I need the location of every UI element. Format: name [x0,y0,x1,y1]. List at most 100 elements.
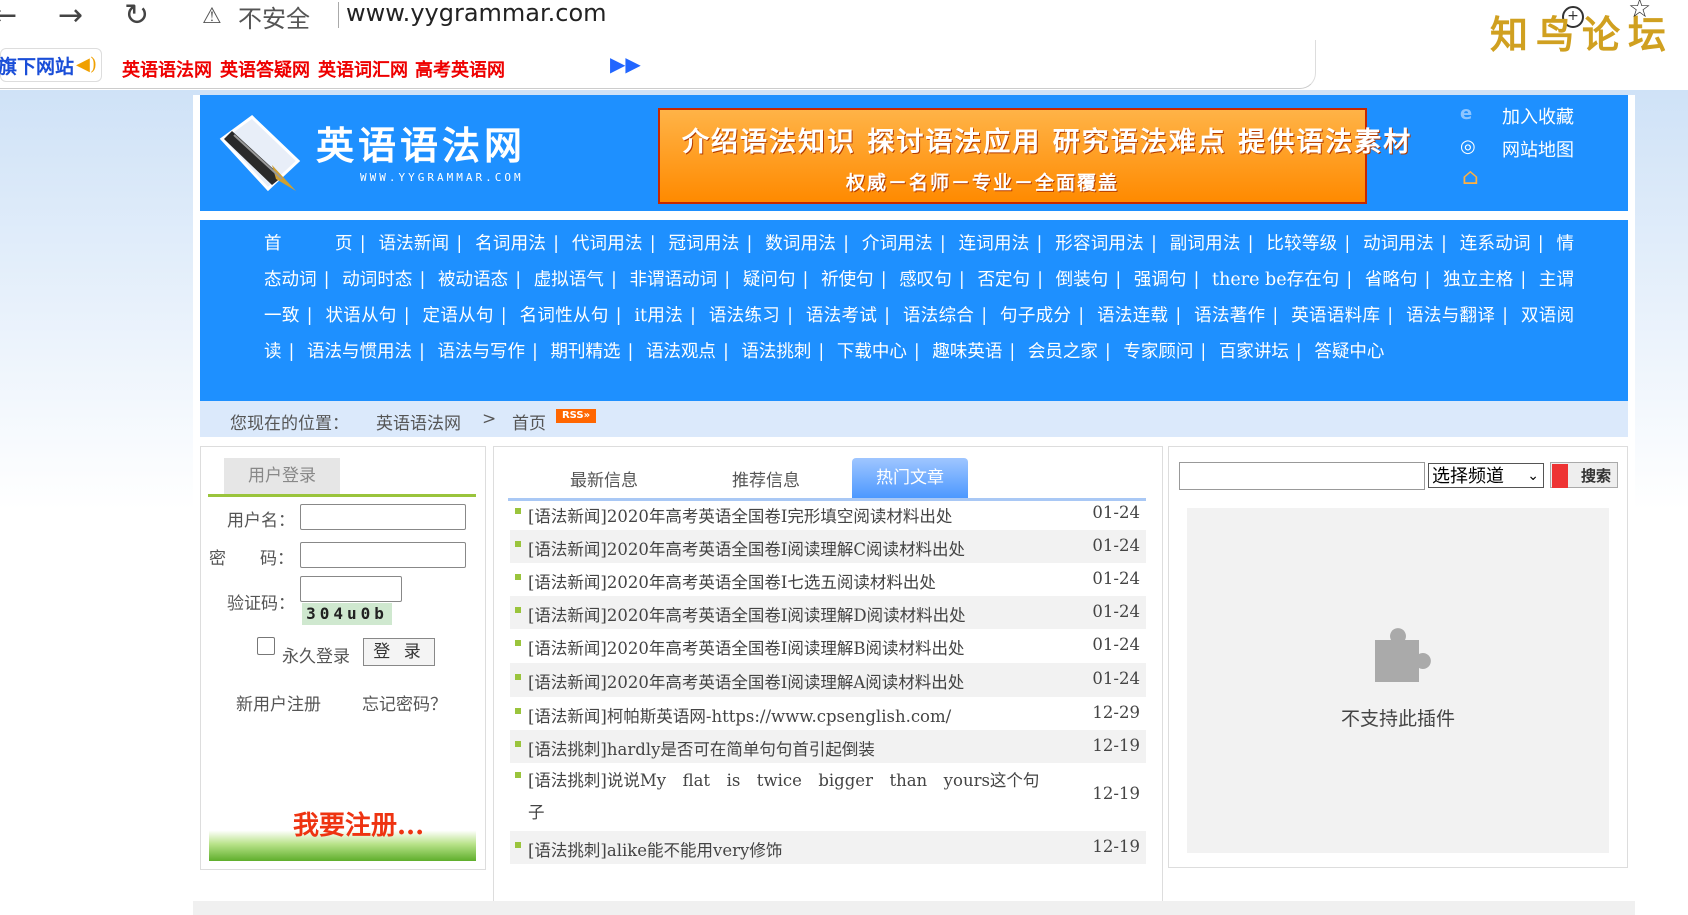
toplink-gaokao[interactable]: 高考英语网 [415,56,505,82]
nav-item[interactable]: 连词用法 [959,234,1030,254]
nav-item[interactable]: 下载中心 [837,342,907,362]
nav-item[interactable]: 动词时态 [342,270,412,290]
register-banner[interactable]: 我要注册... [209,793,476,861]
nav-item[interactable]: 会员之家 [1028,342,1098,362]
rss-icon[interactable]: RSS» [556,409,596,423]
warning-icon[interactable]: ⚠ [202,4,222,29]
article-title[interactable]: [语法新闻]柯帕斯英语网-https://www.cpsenglish.com/ [528,703,951,727]
register-link[interactable]: 新用户注册 [236,690,321,715]
article-row[interactable]: [语法新闻]2020年高考英语全国卷Ⅰ阅读理解B阅读材料出处 01-24 [510,629,1146,662]
scroll-forward-icon[interactable]: ▶▶ [610,52,641,76]
nav-item[interactable]: 语法与翻译 [1406,306,1495,326]
nav-item[interactable]: 语法与写作 [437,342,525,362]
username-input[interactable] [300,504,466,530]
sitemap-link[interactable]: 网站地图 [1502,136,1574,162]
nav-item[interactable]: 定语从句 [423,306,494,326]
article-row[interactable]: [语法新闻]柯帕斯英语网-https://www.cpsenglish.com/… [510,697,1146,730]
nav-item[interactable]: 比较等级 [1266,234,1337,254]
tab-popular[interactable]: 热门文章 [852,458,968,498]
nav-item[interactable]: 介词用法 [862,234,933,254]
article-title[interactable]: [语法新闻]2020年高考英语全国卷Ⅰ七选五阅读材料出处 [528,569,936,593]
nav-item[interactable]: 期刊精选 [550,342,620,362]
nav-item[interactable]: 疑问句 [743,270,796,290]
tab-latest[interactable]: 最新信息 [570,466,638,491]
back-icon[interactable]: ← [0,0,17,33]
login-button[interactable]: 登 录 [363,638,435,666]
nav-item[interactable]: 首 页 [264,234,353,254]
nav-item[interactable]: 独立主格 [1443,270,1513,290]
toplink-qa[interactable]: 英语答疑网 [220,56,310,82]
article-title[interactable]: [语法新闻]2020年高考英语全国卷Ⅰ阅读理解B阅读材料出处 [528,635,965,659]
nav-item[interactable]: 否定句 [977,270,1030,290]
nav-item[interactable]: 强调句 [1134,270,1187,290]
nav-item[interactable]: 动词用法 [1363,234,1434,254]
password-input[interactable] [300,542,466,568]
article-title[interactable]: [语法新闻]2020年高考英语全国卷Ⅰ完形填空阅读材料出处 [528,503,952,527]
breadcrumb-site[interactable]: 英语语法网 [376,409,461,434]
nav-item[interactable]: it用法 [634,306,683,326]
search-button[interactable]: 搜索 [1550,462,1618,488]
article-row[interactable]: [语法新闻]2020年高考英语全国卷Ⅰ阅读理解D阅读材料出处 01-24 [510,596,1146,629]
login-tab[interactable]: 用户登录 [224,458,340,494]
bookmark-link[interactable]: 加入收藏 [1502,103,1574,129]
nav-item[interactable]: 副词用法 [1170,234,1241,254]
nav-item[interactable]: 形容词用法 [1055,234,1144,254]
address-bar[interactable]: ⚠ 不安全 www.yygrammar.com [180,0,1640,34]
nav-item[interactable]: 数词用法 [765,234,836,254]
article-title[interactable]: [语法挑刺]hardly是否可在简单句句首引起倒装 [528,736,875,760]
nav-item[interactable]: 英语语料库 [1291,306,1380,326]
nav-item[interactable]: 语法著作 [1194,306,1265,326]
nav-item[interactable]: 答疑中心 [1314,342,1384,362]
home-icon[interactable]: ⌂ [1462,165,1479,190]
reload-icon[interactable]: ↻ [124,0,149,33]
article-row[interactable]: [语法新闻]2020年高考英语全国卷Ⅰ阅读理解A阅读材料出处 01-24 [510,663,1146,697]
article-title[interactable]: [语法新闻]2020年高考英语全国卷Ⅰ阅读理解D阅读材料出处 [528,602,966,626]
article-row[interactable]: [语法挑刺]hardly是否可在简单句句首引起倒装 12-19 [510,730,1146,763]
nav-item[interactable]: 感叹句 [899,270,952,290]
toplink-vocab[interactable]: 英语词汇网 [318,56,408,82]
nav-item[interactable]: 代词用法 [572,234,643,254]
article-row[interactable]: [语法新闻]2020年高考英语全国卷Ⅰ阅读理解C阅读材料出处 01-24 [510,530,1146,563]
nav-item[interactable]: 语法综合 [903,306,974,326]
remember-checkbox[interactable] [257,637,275,655]
nav-item[interactable]: 名词用法 [475,234,546,254]
article-row[interactable]: [语法挑刺]alike能不能用very修饰 12-19 [510,831,1146,864]
captcha-image[interactable]: 304u0b [302,603,392,625]
forgot-password-link[interactable]: 忘记密码？ [362,690,447,715]
star-icon[interactable]: ☆ [1628,0,1651,24]
breadcrumb-page[interactable]: 首页 [512,409,546,434]
nav-item[interactable]: 倒装句 [1056,270,1109,290]
toplink-grammar[interactable]: 英语语法网 [122,56,212,82]
nav-item[interactable]: 虚拟语气 [534,270,604,290]
nav-item[interactable]: 语法新闻 [378,234,449,254]
article-title-continued[interactable]: 子 [528,799,545,823]
nav-item[interactable]: 语法练习 [709,306,780,326]
url-text[interactable]: www.yygrammar.com [346,0,607,27]
captcha-input[interactable] [300,576,402,602]
pen-logo-icon[interactable] [212,109,302,195]
article-title[interactable]: [语法挑刺]说说My flat is twice bigger than you… [528,767,1039,791]
nav-item[interactable]: 名词性从句 [520,306,609,326]
sites-label[interactable]: 旗下网站 [0,52,74,79]
nav-item[interactable]: 冠词用法 [669,234,740,254]
nav-item[interactable]: 语法考试 [806,306,877,326]
nav-item[interactable]: 语法与惯用法 [307,342,412,362]
nav-item[interactable]: 祈使句 [821,270,874,290]
nav-item[interactable]: there be存在句 [1212,270,1339,290]
article-title[interactable]: [语法新闻]2020年高考英语全国卷Ⅰ阅读理解A阅读材料出处 [528,669,964,693]
channel-select[interactable]: 选择频道 ⌄ [1428,463,1544,488]
article-row[interactable]: [语法挑刺]说说My flat is twice bigger than you… [510,761,1146,830]
nav-item[interactable]: 语法连载 [1097,306,1168,326]
tab-recommended[interactable]: 推荐信息 [732,466,800,491]
nav-item[interactable]: 省略句 [1365,270,1418,290]
nav-item[interactable]: 非谓语动词 [630,270,718,290]
forward-icon[interactable]: → [58,0,83,33]
security-label[interactable]: 不安全 [238,0,310,34]
nav-item[interactable]: 连系动词 [1460,234,1531,254]
nav-item[interactable]: 语法观点 [646,342,716,362]
nav-item[interactable]: 语法挑刺 [741,342,811,362]
site-title[interactable]: 英语语法网 [316,115,526,170]
article-title[interactable]: [语法新闻]2020年高考英语全国卷Ⅰ阅读理解C阅读材料出处 [528,536,965,560]
search-input[interactable] [1179,462,1425,490]
nav-item[interactable]: 句子成分 [1000,306,1071,326]
